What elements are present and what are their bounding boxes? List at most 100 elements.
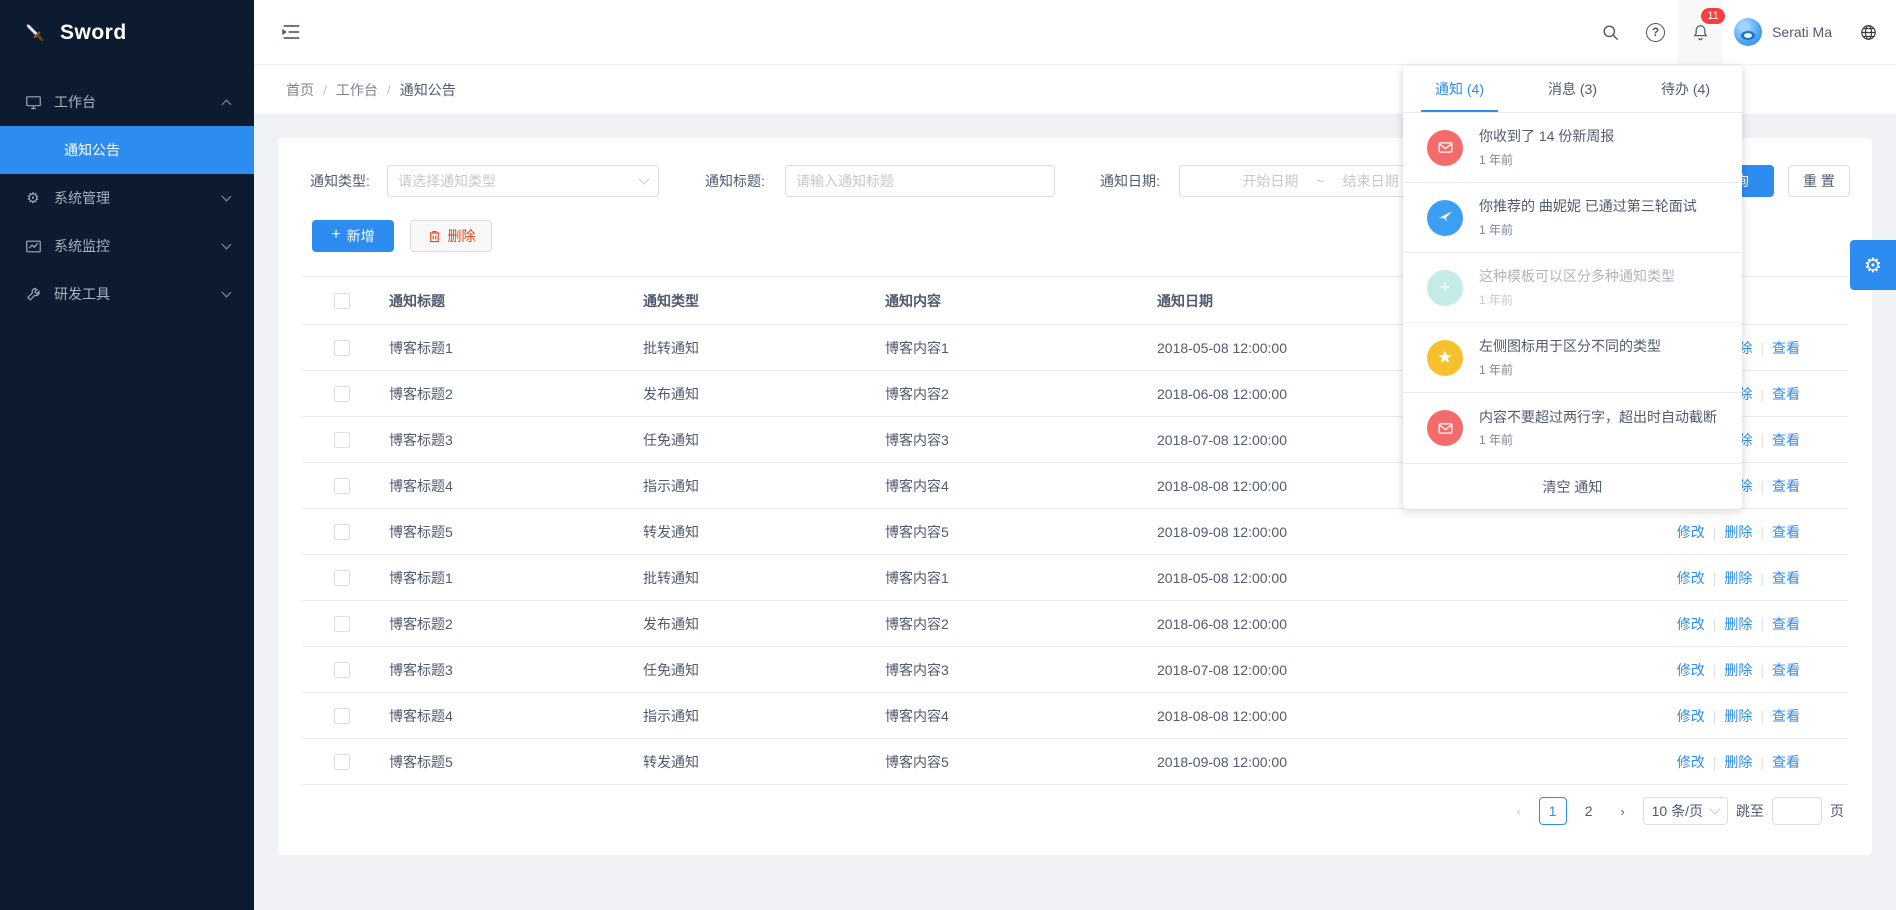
row-checkbox[interactable] <box>334 616 350 632</box>
menu-fold-icon[interactable] <box>280 21 302 43</box>
sidebar-item-label: 研发工具 <box>54 284 223 304</box>
notification-item[interactable]: 你推荐的 曲妮妮 已通过第三轮面试 1 年前 <box>1403 183 1742 253</box>
date-end-placeholder: 结束日期 <box>1343 171 1399 191</box>
plus-icon: + <box>1427 270 1463 306</box>
breadcrumb-home[interactable]: 首页 <box>286 80 314 100</box>
sidebar-item-workbench[interactable]: 工作台 <box>0 78 254 126</box>
row-checkbox[interactable] <box>334 432 350 448</box>
pagination: ‹ 1 2 › 10 条/页 跳至 页 <box>1507 797 1844 825</box>
help-icon[interactable]: ? <box>1646 23 1665 42</box>
monitor-chart-icon <box>24 237 42 255</box>
delete-link[interactable]: 删除 <box>1724 616 1752 632</box>
col-header-title: 通知标题 <box>389 277 643 325</box>
dove-icon <box>1427 200 1463 236</box>
table-row: 博客标题2 发布通知 博客内容2 2018-06-08 12:00:00 修改|… <box>302 601 1848 647</box>
sidebar-item-dev-tools[interactable]: 研发工具 <box>0 270 254 318</box>
star-icon: ★ <box>1427 340 1463 376</box>
trash-icon <box>427 229 442 244</box>
date-start-placeholder: 开始日期 <box>1242 171 1298 191</box>
row-checkbox[interactable] <box>334 570 350 586</box>
jump-page-input[interactable] <box>1772 797 1822 825</box>
search-icon[interactable] <box>1601 23 1620 42</box>
clear-notifications-button[interactable]: 清空 通知 <box>1403 463 1742 509</box>
row-checkbox[interactable] <box>334 340 350 356</box>
notification-item[interactable]: 你收到了 14 份新周报 1 年前 <box>1403 113 1742 183</box>
sword-icon <box>22 20 48 46</box>
settings-fab[interactable]: ⚙ <box>1850 240 1896 290</box>
row-checkbox[interactable] <box>334 386 350 402</box>
sidebar-item-system-manage[interactable]: ⚙ 系统管理 <box>0 174 254 222</box>
delete-link[interactable]: 删除 <box>1724 662 1752 678</box>
view-link[interactable]: 查看 <box>1772 616 1800 632</box>
tab-todos[interactable]: 待办 (4) <box>1629 66 1742 112</box>
notification-tabs: 通知 (4) 消息 (3) 待办 (4) <box>1403 66 1742 113</box>
edit-link[interactable]: 修改 <box>1677 662 1705 678</box>
view-link[interactable]: 查看 <box>1772 708 1800 724</box>
view-link[interactable]: 查看 <box>1772 524 1800 540</box>
row-checkbox[interactable] <box>334 524 350 540</box>
mail-icon <box>1427 410 1463 446</box>
sidebar-item-label: 系统监控 <box>54 236 223 256</box>
col-header-type: 通知类型 <box>643 277 885 325</box>
type-select[interactable]: 请选择通知类型 <box>387 165 659 197</box>
page-number-1[interactable]: 1 <box>1539 797 1567 825</box>
delete-link[interactable]: 删除 <box>1724 524 1752 540</box>
view-link[interactable]: 查看 <box>1772 340 1800 356</box>
row-checkbox[interactable] <box>334 662 350 678</box>
title-filter-input[interactable] <box>785 165 1055 197</box>
add-button[interactable]: + 新增 <box>312 220 394 252</box>
sidebar-subitem-label: 通知公告 <box>64 140 120 160</box>
user-name[interactable]: Serati Ma <box>1772 24 1832 40</box>
view-link[interactable]: 查看 <box>1772 570 1800 586</box>
row-checkbox[interactable] <box>334 708 350 724</box>
delete-link[interactable]: 删除 <box>1724 570 1752 586</box>
edit-link[interactable]: 修改 <box>1677 524 1705 540</box>
page-number-2[interactable]: 2 <box>1575 797 1603 825</box>
app-title: Sword <box>60 21 127 45</box>
tab-messages[interactable]: 消息 (3) <box>1516 66 1629 112</box>
table-row: 博客标题5 转发通知 博客内容5 2018-09-08 12:00:00 修改|… <box>302 739 1848 785</box>
breadcrumb-workbench[interactable]: 工作台 <box>336 80 378 100</box>
row-checkbox[interactable] <box>334 754 350 770</box>
sidebar-item-label: 工作台 <box>54 92 223 112</box>
jump-label: 跳至 <box>1736 801 1764 821</box>
notification-item[interactable]: ★ 左侧图标用于区分不同的类型 1 年前 <box>1403 323 1742 393</box>
view-link[interactable]: 查看 <box>1772 432 1800 448</box>
page-size-select[interactable]: 10 条/页 <box>1643 797 1728 825</box>
edit-link[interactable]: 修改 <box>1677 570 1705 586</box>
avatar[interactable] <box>1734 18 1762 46</box>
globe-icon[interactable] <box>1859 23 1878 42</box>
sidebar-item-notice[interactable]: 通知公告 <box>0 126 254 174</box>
app-logo[interactable]: Sword <box>0 0 254 65</box>
view-link[interactable]: 查看 <box>1772 386 1800 402</box>
prev-page-button[interactable]: ‹ <box>1507 804 1531 819</box>
edit-link[interactable]: 修改 <box>1677 616 1705 632</box>
notification-bell-button[interactable]: 11 <box>1678 0 1722 64</box>
date-filter-label: 通知日期: <box>1100 171 1160 191</box>
topbar: ? 11 Serati Ma <box>254 0 1896 65</box>
wrench-icon <box>24 285 42 303</box>
delete-link[interactable]: 删除 <box>1724 708 1752 724</box>
title-filter-label: 通知标题: <box>705 171 765 191</box>
view-link[interactable]: 查看 <box>1772 478 1800 494</box>
edit-link[interactable]: 修改 <box>1677 754 1705 770</box>
delete-link[interactable]: 删除 <box>1724 754 1752 770</box>
sidebar-item-system-monitor[interactable]: 系统监控 <box>0 222 254 270</box>
notification-item[interactable]: + 这种模板可以区分多种通知类型 1 年前 <box>1403 253 1742 323</box>
notification-badge: 11 <box>1700 7 1726 25</box>
sidebar-menu: 工作台 通知公告 ⚙ 系统管理 系统监控 研发工具 <box>0 65 254 318</box>
notification-item[interactable]: 内容不要超过两行字，超出时自动截断 1 年前 <box>1403 393 1742 463</box>
tab-notifications[interactable]: 通知 (4) <box>1403 66 1516 112</box>
row-checkbox[interactable] <box>334 478 350 494</box>
select-all-checkbox[interactable] <box>334 293 350 309</box>
edit-link[interactable]: 修改 <box>1677 708 1705 724</box>
delete-button[interactable]: 删除 <box>410 220 492 252</box>
reset-button[interactable]: 重 置 <box>1788 165 1850 197</box>
next-page-button[interactable]: › <box>1611 804 1635 819</box>
table-row: 博客标题5 转发通知 博客内容5 2018-09-08 12:00:00 修改|… <box>302 509 1848 555</box>
sidebar-submenu: 通知公告 <box>0 126 254 174</box>
notification-dropdown: 通知 (4) 消息 (3) 待办 (4) 你收到了 14 份新周报 1 年前 你… <box>1403 66 1742 509</box>
view-link[interactable]: 查看 <box>1772 662 1800 678</box>
sidebar-item-label: 系统管理 <box>54 188 223 208</box>
view-link[interactable]: 查看 <box>1772 754 1800 770</box>
